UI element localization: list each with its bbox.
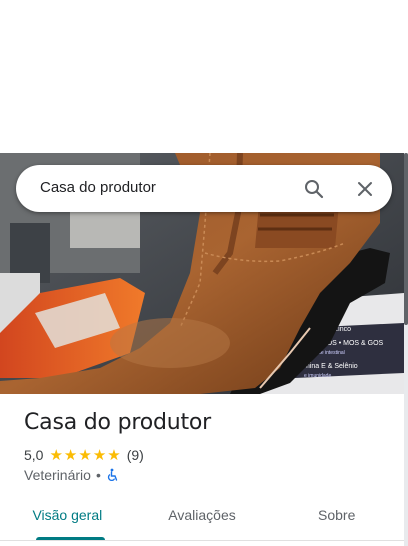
- tab-reviews[interactable]: Avaliações: [135, 498, 270, 540]
- search-icon[interactable]: [302, 177, 326, 201]
- search-box[interactable]: Casa do produtor: [16, 165, 392, 212]
- rating-stars: ★ ★ ★ ★ ★: [49, 448, 120, 463]
- map-blank-area: [0, 0, 408, 153]
- place-info-panel: Casa do produtor 5,0 ★ ★ ★ ★ ★ (9) Veter…: [0, 394, 404, 546]
- tabs-divider: [0, 540, 404, 541]
- star-icon: ★: [107, 446, 121, 464]
- close-icon[interactable]: [353, 177, 377, 201]
- review-count-link[interactable]: (9): [127, 447, 144, 463]
- rating-value: 5,0: [24, 447, 44, 463]
- star-icon: ★: [78, 446, 92, 464]
- category-label[interactable]: Veterinário: [24, 467, 91, 483]
- search-input[interactable]: Casa do produtor: [40, 179, 156, 196]
- box-print-line-4: mina E & Selênio: [304, 363, 358, 370]
- star-icon: ★: [49, 446, 63, 464]
- star-icon: ★: [63, 446, 78, 464]
- scrollbar-thumb[interactable]: [404, 153, 408, 325]
- wheelchair-accessible-icon: [106, 468, 120, 482]
- place-title: Casa do produtor: [24, 410, 212, 435]
- tab-bar: Visão geral Avaliações Sobre: [0, 498, 404, 540]
- category-row: Veterinário •: [24, 467, 120, 483]
- separator-dot: •: [95, 467, 101, 483]
- star-icon: ★: [92, 446, 107, 464]
- scrollbar[interactable]: [404, 153, 408, 546]
- tab-about[interactable]: Sobre: [269, 498, 404, 540]
- box-print-line-5: e imunidade: [304, 373, 331, 379]
- tab-overview[interactable]: Visão geral: [0, 498, 135, 540]
- rating-row[interactable]: 5,0 ★ ★ ★ ★ ★ (9): [24, 445, 144, 465]
